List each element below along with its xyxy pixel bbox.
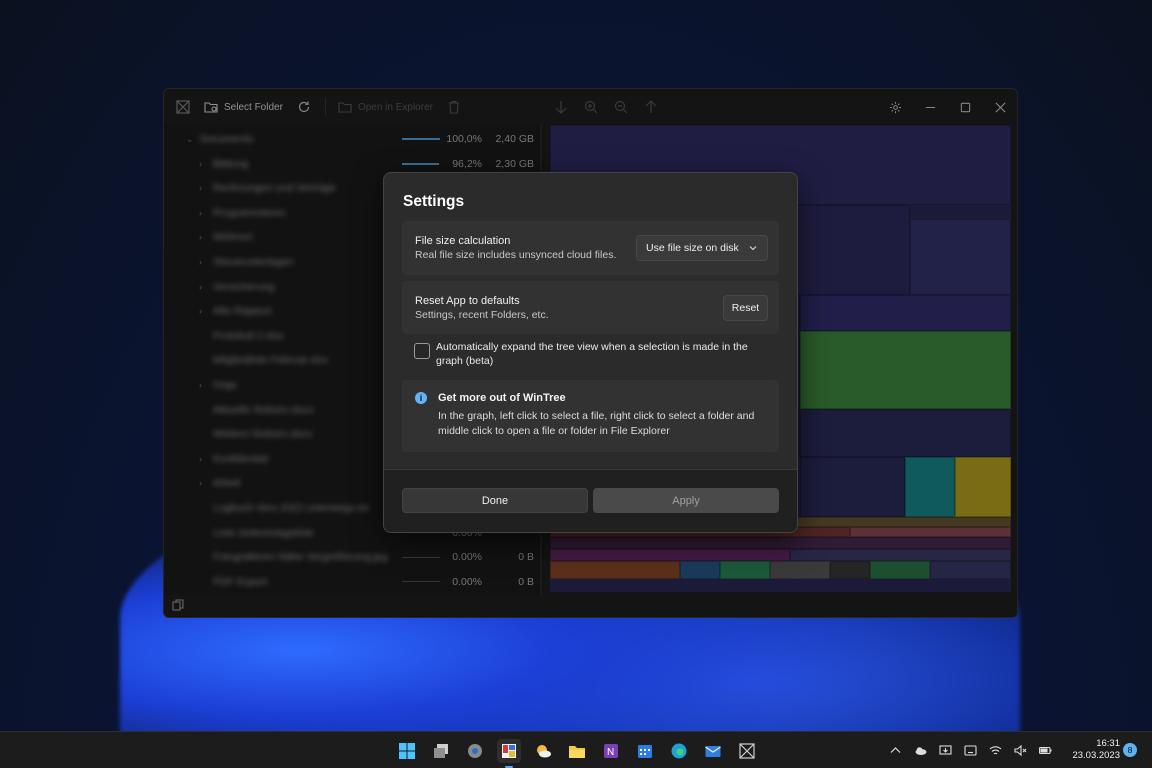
- onenote-icon[interactable]: N: [599, 739, 623, 763]
- mail-icon[interactable]: [701, 739, 725, 763]
- clock-time: 16:31: [1096, 738, 1120, 749]
- wintree-alt-icon[interactable]: [735, 739, 759, 763]
- tablet-icon[interactable]: [964, 744, 977, 757]
- reset-title: Reset App to defaults: [415, 295, 520, 307]
- dialog-title: Settings: [403, 193, 465, 210]
- info-body: In the graph, left click to select a fil…: [438, 410, 755, 437]
- info-bar: i Get more out of WinTree In the graph, …: [402, 380, 779, 452]
- calendar-icon[interactable]: [633, 739, 657, 763]
- info-title: Get more out of WinTree: [438, 392, 566, 404]
- reset-card: Reset App to defaults Settings, recent F…: [402, 281, 779, 334]
- taskbar: N 16:31 23.03.2023 8: [0, 731, 1152, 768]
- svg-text:N: N: [607, 747, 614, 758]
- task-view-icon[interactable]: [429, 739, 453, 763]
- info-icon: i: [415, 392, 427, 404]
- volume-muted-icon[interactable]: [1014, 744, 1027, 757]
- apply-button[interactable]: Apply: [593, 488, 779, 513]
- file-size-title: File size calculation: [415, 235, 511, 247]
- display-icon[interactable]: [939, 744, 952, 757]
- clock[interactable]: 16:31 23.03.2023: [1072, 738, 1120, 762]
- auto-expand-checkbox[interactable]: [414, 343, 430, 359]
- reset-button[interactable]: Reset: [723, 295, 768, 321]
- file-size-card: File size calculation Real file size inc…: [402, 221, 779, 275]
- active-indicator: [505, 765, 513, 768]
- battery-icon[interactable]: [1039, 744, 1052, 757]
- auto-expand-label[interactable]: Automatically expand the tree view when …: [436, 340, 776, 368]
- file-explorer-icon[interactable]: [565, 739, 589, 763]
- windows-start-icon[interactable]: [395, 739, 419, 763]
- done-button[interactable]: Done: [402, 488, 588, 513]
- chevron-up-icon[interactable]: [889, 744, 902, 757]
- wifi-icon[interactable]: [989, 744, 1002, 757]
- taskbar-apps: N: [395, 732, 759, 768]
- file-size-description: Real file size includes unsynced cloud f…: [415, 249, 617, 261]
- file-size-dropdown[interactable]: Use file size on disk: [636, 235, 768, 261]
- reset-description: Settings, recent Folders, etc.: [415, 309, 549, 321]
- dialog-footer: Done Apply: [384, 469, 797, 532]
- wintree-app-icon[interactable]: [497, 738, 521, 768]
- settings-app-icon[interactable]: [463, 739, 487, 763]
- system-tray: [889, 732, 1052, 768]
- clock-date: 23.03.2023: [1072, 750, 1120, 761]
- settings-dialog: Settings File size calculation Real file…: [383, 172, 798, 533]
- onedrive-icon[interactable]: [914, 744, 927, 757]
- chevron-down-icon: [749, 246, 757, 251]
- notification-badge[interactable]: 8: [1123, 743, 1137, 757]
- file-size-selected: Use file size on disk: [646, 242, 739, 254]
- edge-icon[interactable]: [667, 739, 691, 763]
- weather-icon[interactable]: [531, 739, 555, 763]
